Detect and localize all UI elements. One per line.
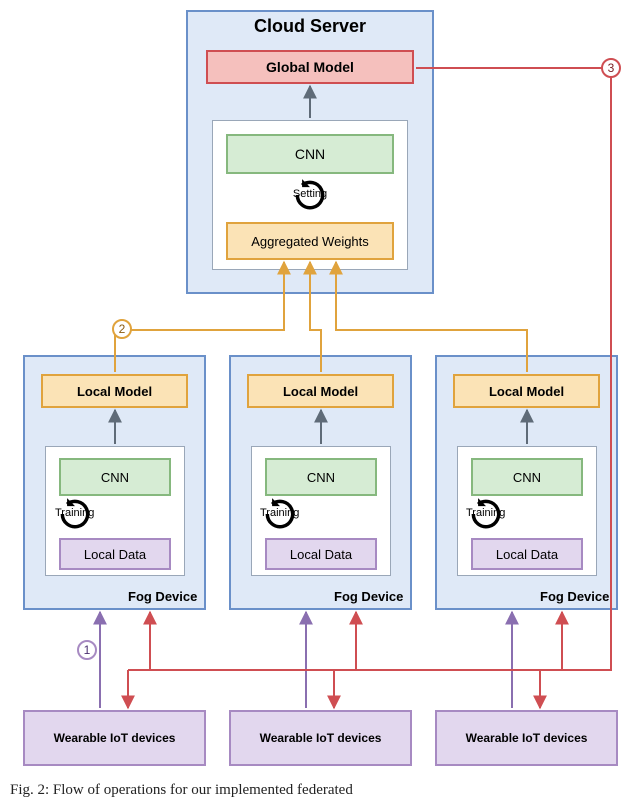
figure-caption: Fig. 2: Flow of operations for our imple…	[10, 782, 630, 799]
fog-device-label: Fog Device	[128, 589, 197, 604]
step-badge-3: 3	[601, 58, 621, 78]
cycle-label: Training	[466, 507, 505, 519]
fog-cnn-box: CNN	[59, 458, 171, 496]
step-badge-1: 1	[77, 640, 97, 660]
aggregated-weights-box: Aggregated Weights	[226, 222, 394, 260]
local-data-box: Local Data	[59, 538, 171, 570]
wearable-iot-box: Wearable IoT devices	[23, 710, 206, 766]
fog-device-label: Fog Device	[540, 589, 609, 604]
fog-cnn-box: CNN	[265, 458, 377, 496]
diagram-stage: Cloud Server Global Model CNN Aggregated…	[0, 0, 640, 806]
fog-cnn-box: CNN	[471, 458, 583, 496]
cycle-label: Training	[260, 507, 299, 519]
wearable-iot-box: Wearable IoT devices	[435, 710, 618, 766]
local-model-box: Local Model	[41, 374, 188, 408]
wearable-iot-box: Wearable IoT devices	[229, 710, 412, 766]
training-cycle: Training	[466, 495, 505, 519]
cycle-label: Training	[55, 507, 94, 519]
local-model-box: Local Model	[453, 374, 600, 408]
setting-cycle: Setting	[291, 176, 329, 200]
local-data-box: Local Data	[265, 538, 377, 570]
training-cycle: Training	[260, 495, 299, 519]
local-model-box: Local Model	[247, 374, 394, 408]
cycle-label: Setting	[293, 188, 327, 200]
global-model-box: Global Model	[206, 50, 414, 84]
step-badge-2: 2	[112, 319, 132, 339]
local-data-box: Local Data	[471, 538, 583, 570]
training-cycle: Training	[55, 495, 94, 519]
cloud-server-title: Cloud Server	[186, 16, 434, 37]
fog-device-label: Fog Device	[334, 589, 403, 604]
cloud-cnn-box: CNN	[226, 134, 394, 174]
